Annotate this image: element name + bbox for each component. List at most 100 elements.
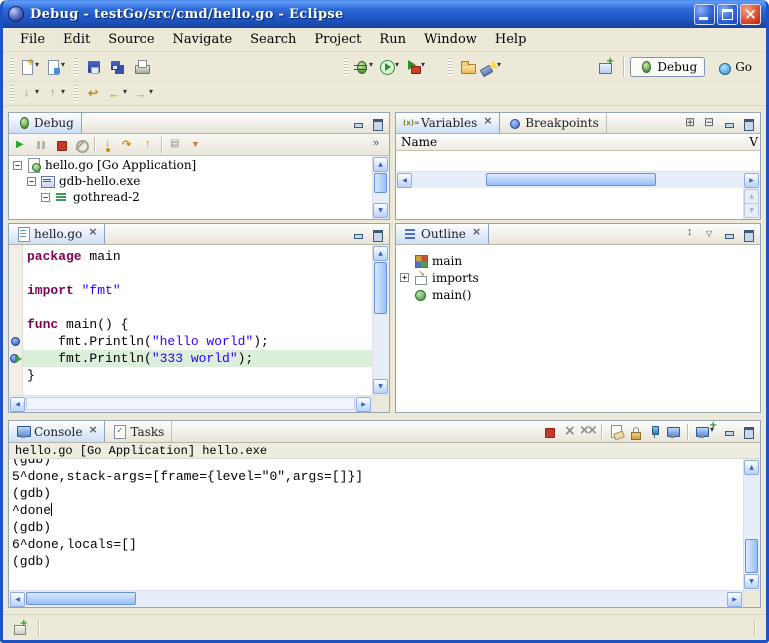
code-area[interactable]: package mainimport "fmt"func main() { fm…	[23, 245, 372, 395]
code-line[interactable]	[23, 265, 372, 282]
variables-table[interactable]	[396, 151, 760, 171]
console-vscrollbar[interactable]	[743, 459, 760, 590]
disconnect-button[interactable]	[71, 135, 91, 155]
step-into-button[interactable]	[98, 135, 118, 155]
scroll-thumb[interactable]	[374, 262, 387, 314]
save-button[interactable]	[82, 55, 106, 79]
debug-launch-tree[interactable]: −hello.go [Go Application]−gdb-hello.exe…	[9, 156, 372, 219]
scroll-down-arrow[interactable]	[744, 574, 759, 589]
variables-detail-pane[interactable]	[396, 188, 760, 219]
collapse-all-button[interactable]	[702, 115, 718, 131]
tree-item[interactable]: main()	[396, 286, 760, 303]
open-type-button[interactable]	[456, 55, 480, 79]
tab-console[interactable]: Console	[9, 421, 105, 442]
scroll-lock-button[interactable]	[627, 424, 643, 440]
scroll-down-arrow[interactable]	[373, 203, 388, 218]
previous-annotation-button[interactable]	[44, 82, 70, 106]
maximize-view-button[interactable]	[740, 226, 756, 242]
code-line[interactable]: }	[23, 367, 372, 384]
fast-view-button[interactable]	[8, 616, 32, 640]
terminate-process-button[interactable]	[541, 424, 557, 440]
new-wizard-button[interactable]	[18, 55, 44, 79]
remove-launch-button[interactable]	[560, 424, 576, 440]
show-type-names-button[interactable]	[683, 115, 699, 131]
code-line[interactable]: package main	[23, 248, 372, 265]
perspective-debug-button[interactable]: Debug	[630, 57, 705, 77]
code-line[interactable]: func main() {	[23, 316, 372, 333]
tree-item[interactable]: −gdb-hello.exe	[9, 173, 372, 189]
code-line[interactable]: fmt.Println("hello world");	[23, 333, 372, 350]
gutter-row[interactable]	[9, 248, 22, 265]
code-line[interactable]: fmt.Println("333 world");	[23, 350, 372, 367]
breakpoint-icon[interactable]	[11, 337, 20, 346]
tree-expander[interactable]: +	[400, 273, 409, 282]
toolbar-grip[interactable]	[10, 58, 14, 76]
scroll-thumb[interactable]	[374, 173, 387, 193]
scroll-down-arrow[interactable]	[373, 379, 388, 394]
debug-button[interactable]	[352, 55, 378, 79]
scroll-thumb[interactable]	[26, 397, 355, 410]
forward-button[interactable]	[132, 82, 158, 106]
scroll-thumb[interactable]	[26, 592, 136, 605]
close-icon[interactable]	[87, 229, 97, 239]
toolbar-grip[interactable]	[344, 58, 348, 76]
console-line[interactable]: (gdb)	[9, 459, 743, 468]
open-perspective-button[interactable]	[593, 55, 617, 79]
scroll-right-arrow[interactable]	[744, 173, 759, 188]
close-icon[interactable]	[482, 118, 492, 128]
console-line[interactable]: ^done	[9, 502, 743, 519]
menu-window[interactable]: Window	[415, 30, 486, 49]
search-button[interactable]	[480, 55, 506, 79]
maximize-view-button[interactable]	[369, 226, 385, 242]
open-console-button[interactable]	[694, 424, 718, 440]
clear-console-button[interactable]	[608, 424, 624, 440]
suspend-button[interactable]	[31, 135, 51, 155]
minimize-view-button[interactable]	[350, 115, 366, 131]
minimize-view-button[interactable]	[721, 424, 737, 440]
scroll-left-arrow[interactable]	[397, 173, 412, 188]
console-line[interactable]: (gdb)	[9, 553, 743, 570]
step-over-button[interactable]	[118, 135, 138, 155]
tree-expander[interactable]: −	[27, 177, 36, 186]
scroll-thumb[interactable]	[745, 539, 758, 573]
menu-project[interactable]: Project	[305, 30, 370, 49]
minimize-view-button[interactable]	[721, 226, 737, 242]
outline-tree[interactable]: main+importsmain()	[396, 252, 760, 303]
run-button[interactable]	[378, 55, 404, 79]
maximize-window-button[interactable]	[717, 4, 738, 25]
menu-source[interactable]: Source	[99, 30, 163, 49]
menu-help[interactable]: Help	[486, 30, 536, 49]
toolbar-grip[interactable]	[74, 58, 78, 76]
toolbar-overflow-button[interactable]	[367, 135, 387, 155]
menu-file[interactable]: File	[11, 30, 54, 49]
maximize-view-button[interactable]	[740, 115, 756, 131]
last-edit-location-button[interactable]	[82, 82, 106, 106]
tab-variables[interactable]: Variables	[396, 113, 500, 133]
console-hscrollbar[interactable]	[9, 590, 743, 607]
tab-outline[interactable]: Outline	[396, 224, 489, 244]
console-line[interactable]: (gdb)	[9, 485, 743, 502]
perspective-go-button[interactable]: Go	[708, 57, 760, 78]
new-file-button[interactable]	[44, 55, 70, 79]
tab-tasks[interactable]: Tasks	[105, 421, 172, 442]
gutter-row[interactable]	[9, 316, 22, 333]
minimize-view-button[interactable]	[350, 226, 366, 242]
tab-debug[interactable]: Debug	[9, 113, 82, 133]
minimize-view-button[interactable]	[721, 115, 737, 131]
variables-hscrollbar[interactable]	[396, 171, 760, 188]
menu-run[interactable]: Run	[370, 30, 415, 49]
editor-vscrollbar[interactable]	[372, 245, 389, 395]
toolbar-grip[interactable]	[74, 85, 78, 103]
maximize-view-button[interactable]	[369, 115, 385, 131]
next-annotation-button[interactable]	[18, 82, 44, 106]
console-line[interactable]: 5^done,stack-args=[frame={level="0",args…	[9, 468, 743, 485]
toolbar-grip[interactable]	[448, 58, 452, 76]
gutter-row[interactable]	[9, 282, 22, 299]
gutter-row[interactable]	[9, 367, 22, 384]
back-button[interactable]	[106, 82, 132, 106]
close-window-button[interactable]	[740, 4, 761, 25]
menu-search[interactable]: Search	[241, 30, 305, 49]
scroll-down-arrow[interactable]	[744, 203, 759, 218]
scroll-thumb[interactable]	[486, 173, 656, 186]
tab-breakpoints[interactable]: Breakpoints	[500, 113, 607, 133]
